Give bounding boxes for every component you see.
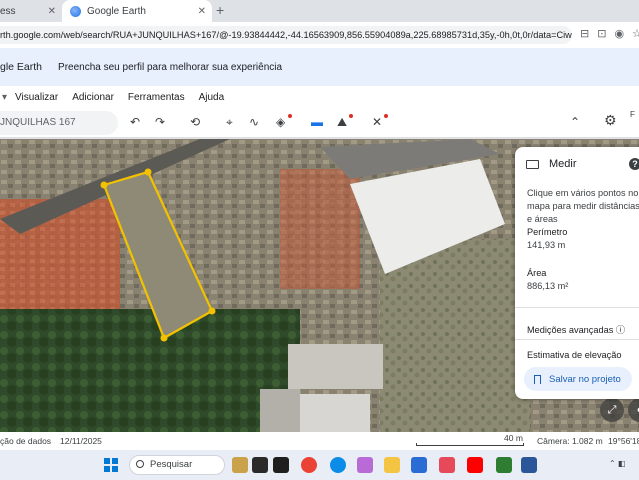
path-icon[interactable]: ∿ — [249, 115, 259, 129]
profile-banner: gle Earth Preencha seu perfil para melho… — [0, 48, 639, 86]
area-label: Área — [527, 268, 547, 278]
windows-taskbar: Pesquisar ⌃ ◧ — [0, 450, 639, 480]
taskbar-search-label: Pesquisar — [150, 459, 193, 470]
tab-previous[interactable]: ess ✕ — [0, 0, 62, 22]
notification-dot — [288, 114, 292, 118]
save-to-project-button[interactable]: Salvar no projeto — [524, 367, 632, 391]
tab-google-earth-label: Google Earth — [87, 5, 146, 17]
lens-icon[interactable]: ◉ — [614, 27, 624, 40]
imagery-date: 12/11/2025 — [60, 436, 102, 446]
measure-header: Medir — [526, 158, 577, 170]
undo-icon[interactable]: ↶ — [130, 115, 140, 129]
chrome-icon[interactable] — [301, 457, 317, 473]
taskbar-search[interactable]: Pesquisar — [129, 455, 225, 475]
task-view-icon[interactable] — [252, 457, 268, 473]
address-bar-icons: ⊟ ⊡ ◉ ☆ — [580, 27, 639, 40]
search-input[interactable]: JNQUILHAS 167 — [0, 111, 118, 135]
menu-visualizar[interactable]: Visualizar — [15, 92, 58, 103]
bookmark-icon — [534, 374, 541, 384]
close-icon[interactable]: ✕ — [48, 6, 56, 17]
settings-gear-icon[interactable]: ⚙ — [604, 112, 617, 129]
compass-icon[interactable]: ⤢ — [600, 398, 624, 422]
app-icon[interactable] — [273, 457, 289, 473]
notification-dot — [384, 114, 388, 118]
store-icon[interactable] — [411, 457, 427, 473]
notification-dot — [349, 114, 353, 118]
measure-hint: Clique em vários pontos no mapa para med… — [527, 188, 639, 224]
edge-icon[interactable] — [330, 457, 346, 473]
advanced-measurements-toggle[interactable]: Medições avançadas ⓘ — [527, 322, 625, 336]
youtube-icon[interactable] — [467, 457, 483, 473]
history-icon[interactable]: ⟲ — [190, 115, 200, 129]
perimeter-label: Perímetro — [527, 227, 568, 237]
coordinates: 19°56'18 — [608, 436, 639, 446]
tools-icon[interactable]: ✕ — [372, 115, 382, 129]
elevation-estimate-label[interactable]: Estimativa de elevação — [527, 350, 621, 360]
map-status-bar: ção de dados 12/11/2025 40 m Câmera: 1.0… — [0, 432, 639, 450]
area-value: 886,13 m² — [527, 281, 569, 291]
share-icon[interactable]: ⊡ — [597, 27, 606, 40]
measure-panel: Medir ? Clique em vários pontos no mapa … — [515, 147, 639, 399]
tab-previous-label: ess — [0, 5, 16, 17]
tab-google-earth[interactable]: Google Earth ✕ — [62, 0, 212, 22]
new-tab-button[interactable]: + — [216, 2, 224, 18]
spreadsheet-icon[interactable] — [496, 457, 512, 473]
scale-bar — [416, 443, 524, 446]
word-icon[interactable] — [521, 457, 537, 473]
collapse-chevron-icon[interactable]: ⌃ — [570, 115, 580, 129]
save-to-project-label: Salvar no projeto — [549, 373, 621, 385]
google-earth-favicon-icon — [70, 5, 81, 17]
scale-label: 40 m — [504, 433, 523, 443]
help-icon[interactable]: ? — [629, 158, 639, 170]
measure-ruler-icon[interactable]: ▬ — [311, 115, 323, 129]
earth-menu-bar: ▾ Visualizar Adicionar Ferramentas Ajuda — [0, 86, 639, 108]
file-explorer-icon[interactable] — [384, 457, 400, 473]
search-icon — [136, 460, 144, 468]
close-icon[interactable]: ✕ — [198, 6, 206, 17]
info-icon: ⓘ — [615, 325, 626, 335]
system-tray[interactable]: ⌃ ◧ — [609, 459, 625, 468]
redo-icon[interactable]: ↷ — [155, 115, 165, 129]
banner-message[interactable]: Preencha seu perfil para melhorar sua ex… — [58, 62, 282, 73]
windows-start-icon[interactable] — [104, 458, 118, 472]
divider — [515, 339, 639, 340]
menu-overflow-icon[interactable]: ▾ — [2, 92, 7, 103]
copilot-icon[interactable] — [357, 457, 373, 473]
install-app-icon[interactable]: ⊟ — [580, 27, 589, 40]
address-bar-row: rth.google.com/web/search/RUA+JUNQUILHAS… — [0, 22, 639, 48]
divider — [515, 307, 639, 308]
menu-adicionar[interactable]: Adicionar — [72, 92, 114, 103]
layers-icon[interactable]: ◈ — [276, 115, 285, 129]
image-overlay-icon[interactable]: ⛰ — [337, 115, 347, 130]
account-initial[interactable]: F — [630, 110, 635, 119]
camera-altitude: Câmera: 1.082 m — [537, 436, 603, 446]
brand-logo: gle Earth — [0, 61, 43, 73]
photos-icon[interactable] — [439, 457, 455, 473]
url-input[interactable]: rth.google.com/web/search/RUA+JUNQUILHAS… — [0, 26, 572, 44]
menu-ajuda[interactable]: Ajuda — [199, 92, 225, 103]
menu-ferramentas[interactable]: Ferramentas — [128, 92, 185, 103]
perimeter-value: 141,93 m — [527, 240, 566, 250]
tab-strip: ess ✕ Google Earth ✕ + — [0, 0, 639, 22]
data-credits[interactable]: ção de dados — [0, 436, 51, 446]
placemark-icon[interactable]: ⌖ — [226, 115, 233, 130]
ruler-icon — [526, 159, 539, 169]
advanced-measurements-label: Medições avançadas — [527, 325, 614, 335]
earth-toolbar: JNQUILHAS 167 ↶ ↷ ⟲ ⌖ ∿ ◈ ▬ ⛰ ✕ ⌃ ⚙ F — [0, 108, 639, 138]
bookmark-star-icon[interactable]: ☆ — [632, 27, 639, 40]
measure-title: Medir — [549, 158, 577, 170]
widgets-icon[interactable] — [232, 457, 248, 473]
